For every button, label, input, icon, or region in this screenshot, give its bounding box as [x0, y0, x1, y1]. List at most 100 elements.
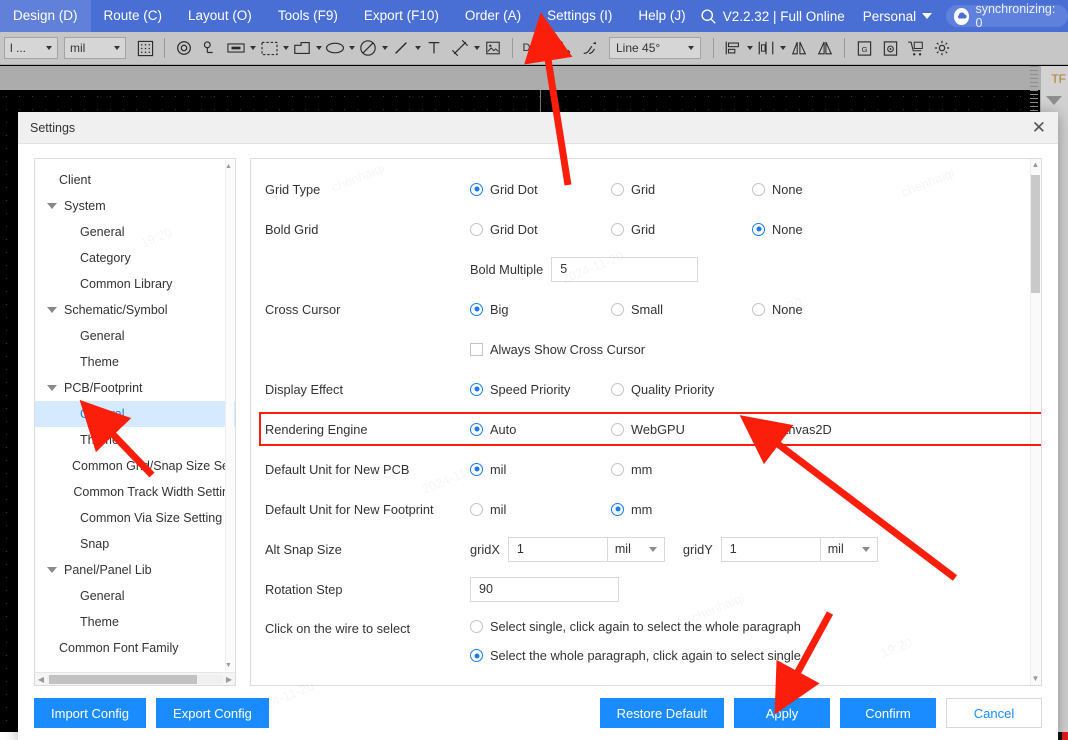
checkbox-icon[interactable]: [470, 342, 483, 356]
grid-type-option-grid[interactable]: Grid: [611, 182, 752, 197]
gridy-unit-select[interactable]: mil: [819, 536, 878, 562]
default-unit-footprint-option-mm[interactable]: mm: [611, 502, 752, 517]
triangle-down-icon[interactable]: [47, 307, 57, 313]
tree-item-pcb-footprint[interactable]: PCB/Footprint: [35, 375, 235, 401]
tree-hscroll-thumb[interactable]: [49, 674, 197, 684]
default-unit-pcb-option-mil[interactable]: mil: [470, 462, 611, 477]
bold-grid-option-none[interactable]: None: [752, 222, 912, 237]
line-icon[interactable]: [388, 36, 414, 60]
tree-item-category[interactable]: Category: [35, 245, 235, 271]
scroll-right-icon[interactable]: ▶: [223, 675, 235, 684]
gear-icon[interactable]: [929, 36, 955, 60]
rendering-engine-option-auto[interactable]: Auto: [470, 422, 611, 437]
scroll-up-icon[interactable]: ▲: [224, 161, 233, 171]
tree-item-panel-panel-lib[interactable]: Panel/Panel Lib: [35, 557, 235, 583]
drc-button[interactable]: DRC: [519, 36, 551, 60]
tree-horizontal-scrollbar[interactable]: ◀ ▶: [35, 672, 235, 685]
radio-icon[interactable]: [470, 462, 483, 476]
cancel-button[interactable]: Cancel: [946, 698, 1042, 728]
rotation-step-input[interactable]: 90: [470, 576, 619, 602]
confirm-button[interactable]: Confirm: [840, 698, 936, 728]
layer-select[interactable]: l ...: [4, 37, 58, 59]
polygon-icon[interactable]: [289, 36, 315, 60]
tree-item-theme[interactable]: Theme: [35, 609, 235, 635]
scroll-down-icon[interactable]: ▼: [1031, 673, 1040, 685]
tree-item-common-track-width-settin[interactable]: Common Track Width Settin: [35, 479, 235, 505]
radio-icon[interactable]: [470, 620, 483, 633]
import-config-button[interactable]: Import Config: [34, 698, 147, 728]
tree-item-common-font-family[interactable]: Common Font Family: [35, 635, 235, 661]
tree-item-schematic-symbol[interactable]: Schematic/Symbol: [35, 297, 235, 323]
rendering-engine-option-canvas2d[interactable]: Canvas2D: [752, 422, 912, 437]
radio-icon[interactable]: [611, 182, 624, 196]
menu-item-layout[interactable]: Layout (O): [175, 0, 265, 32]
radio-icon[interactable]: [470, 382, 483, 396]
sync-status-badge[interactable]: synchronizing: 0: [946, 2, 1068, 30]
tree-item-general[interactable]: General: [35, 583, 235, 609]
tree-item-system[interactable]: System: [35, 193, 235, 219]
unit-select[interactable]: mil: [64, 37, 126, 59]
bold-multiple-input[interactable]: 5: [551, 256, 699, 282]
triangle-down-icon[interactable]: [47, 203, 57, 209]
menu-item-export[interactable]: Export (F10): [351, 0, 452, 32]
menu-item-order[interactable]: Order (A): [452, 0, 534, 32]
tree-vertical-scrollbar[interactable]: ▲ ▼: [225, 160, 234, 671]
distribute-group[interactable]: [753, 36, 786, 60]
tree-item-snap[interactable]: Snap: [35, 531, 235, 557]
radio-icon[interactable]: [470, 422, 483, 436]
order-cart-icon[interactable]: [903, 36, 929, 60]
cross-cursor-option-small[interactable]: Small: [611, 302, 752, 317]
pane-scroll-thumb[interactable]: [1031, 175, 1040, 293]
right-rail-tab-label[interactable]: TF: [1051, 72, 1066, 86]
click-wire-option-paragraph-first[interactable]: Select the whole paragraph, click again …: [470, 648, 1023, 663]
tree-item-general[interactable]: General: [35, 219, 235, 245]
tree-hscroll-track[interactable]: [47, 674, 223, 684]
radio-icon[interactable]: [470, 649, 483, 662]
pad-icon[interactable]: [197, 36, 223, 60]
rendering-engine-option-webgpu[interactable]: WebGPU: [611, 422, 752, 437]
default-unit-pcb-option-mm[interactable]: mm: [611, 462, 752, 477]
gerber-export-icon[interactable]: G: [851, 36, 877, 60]
branch-route-icon[interactable]: [577, 36, 603, 60]
copper-area-group[interactable]: [256, 36, 289, 60]
radio-icon[interactable]: [611, 462, 624, 476]
scroll-down-icon[interactable]: ▼: [224, 660, 233, 670]
radio-icon[interactable]: [611, 222, 624, 236]
gridx-unit-select[interactable]: mil: [606, 536, 665, 562]
grid-type-option-none[interactable]: None: [752, 182, 912, 197]
tree-item-common-via-size-setting[interactable]: Common Via Size Setting: [35, 505, 235, 531]
radio-icon[interactable]: [752, 182, 765, 196]
ellipse-icon[interactable]: [322, 36, 348, 60]
export-config-button[interactable]: Export Config: [156, 698, 269, 728]
radio-icon[interactable]: [611, 382, 624, 396]
click-wire-option-single-first[interactable]: Select single, click again to select the…: [470, 619, 1023, 634]
radio-icon[interactable]: [470, 302, 483, 316]
image-import-icon[interactable]: [480, 36, 506, 60]
tree-item-theme[interactable]: Theme: [35, 427, 235, 453]
triangle-down-icon[interactable]: [47, 567, 57, 573]
chevron-down-icon[interactable]: [1046, 96, 1062, 105]
tree-item-common-grid-snap-size-se[interactable]: Common Grid/Snap Size Se: [35, 453, 235, 479]
tree-item-general[interactable]: General: [35, 401, 235, 427]
triangle-down-icon[interactable]: [47, 385, 57, 391]
cross-cursor-option-big[interactable]: Big: [470, 302, 611, 317]
always-show-cross-cursor-checkbox[interactable]: Always Show Cross Cursor: [470, 342, 645, 357]
flip-vertical-icon[interactable]: [812, 36, 838, 60]
scroll-up-icon[interactable]: ▲: [1031, 159, 1040, 171]
line-group[interactable]: [388, 36, 421, 60]
pane-vertical-scrollbar[interactable]: ▲ ▼: [1030, 159, 1041, 685]
search-icon[interactable]: [699, 8, 719, 25]
radio-icon[interactable]: [470, 222, 483, 236]
gridy-input[interactable]: 1: [720, 536, 821, 562]
menu-item-route[interactable]: Route (C): [91, 0, 176, 32]
net-route-icon[interactable]: [551, 36, 577, 60]
align-left-icon[interactable]: [720, 36, 746, 60]
cross-cursor-option-none[interactable]: None: [752, 302, 912, 317]
line-mode-select[interactable]: Line 45°: [609, 37, 701, 59]
flip-horizontal-icon[interactable]: [786, 36, 812, 60]
tree-item-theme[interactable]: Theme: [35, 349, 235, 375]
radio-icon[interactable]: [611, 422, 624, 436]
grid-icon[interactable]: [132, 36, 158, 60]
close-icon[interactable]: ✕: [1032, 119, 1046, 136]
restore-default-button[interactable]: Restore Default: [599, 698, 724, 728]
